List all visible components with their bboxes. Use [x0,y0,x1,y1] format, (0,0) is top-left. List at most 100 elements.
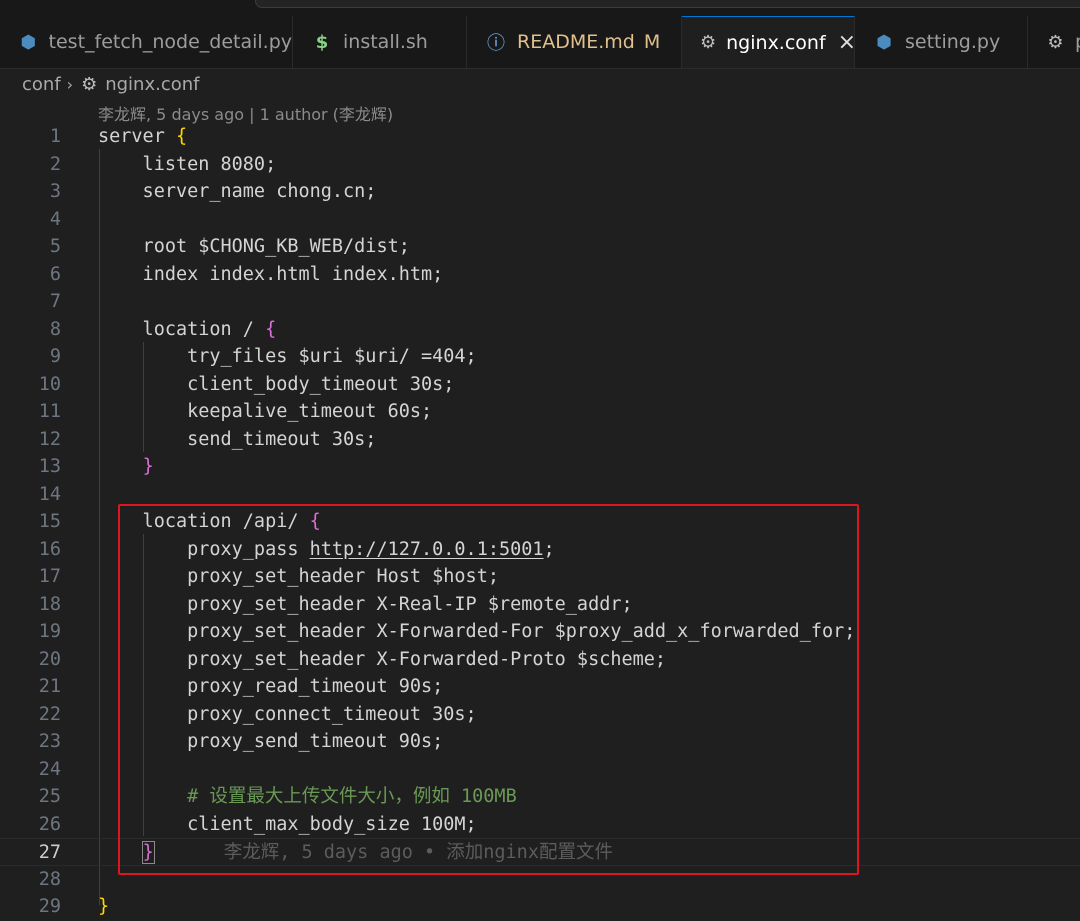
code-token: server_name chong.cn; [98,181,377,202]
code-token: keepalive_timeout 60s; [98,401,433,422]
tab-nginx-conf[interactable]: ⚙ nginx.conf × [682,16,856,68]
command-center-search[interactable] [255,0,1080,8]
line-number: 28 [38,868,61,890]
chevron-right-icon: › [66,74,74,94]
tab-test-fetch-node-detail[interactable]: ⬢ test_fetch_node_detail.py [0,16,293,68]
python-icon: ⬢ [20,31,37,53]
gear-icon: ⚙ [700,32,717,53]
code-token: root $CHONG_KB_WEB/dist; [98,236,410,257]
tab-setting-py[interactable]: ⬢ setting.py [855,16,1028,68]
code-token: listen 8080; [98,153,277,175]
line-number: 18 [38,593,61,615]
line-code: root $CHONG_KB_WEB/dist; [98,233,410,261]
line-code: client_body_timeout 30s; [98,371,454,399]
line-code: send_timeout 30s; [98,426,376,454]
line-number: 19 [38,621,61,642]
line-code: listen 8080; [98,151,277,179]
editor-tab-bar: ⬢ test_fetch_node_detail.py $ install.sh… [0,16,1080,69]
gear-icon: ⚙ [1047,31,1064,53]
line-code: } [98,453,154,481]
line-code: server_name chong.cn; [98,178,377,206]
line-number: 10 [38,373,61,395]
code-line[interactable]: 1 server { [0,123,1080,151]
code-line[interactable]: 11 keepalive_timeout 60s; [0,398,1080,426]
code-line[interactable]: 2 listen 8080; [0,151,1080,179]
code-token: try_files $uri $uri/ =404; [98,346,477,367]
code-token: send_timeout 30s; [98,428,377,450]
line-code: } [98,893,109,921]
code-line[interactable]: 4 [0,206,1080,234]
code-token: client_body_timeout 30s; [98,373,455,395]
code-editor[interactable]: 1 server {2 listen 8080; 3 server_name cho… [0,122,1080,917]
line-number: 14 [38,483,61,505]
line-number: 22 [38,703,61,725]
line-code: location / { [98,316,277,344]
tab-install-sh[interactable]: $ install.sh [293,16,467,68]
tab-label: nginx.conf [726,31,826,54]
code-token: server [98,126,176,147]
code-token: } [142,456,154,477]
tab-label: install.sh [343,31,428,53]
line-number: 20 [38,648,61,670]
code-token: } [98,896,110,917]
code-line[interactable]: 7 [0,288,1080,316]
code-line[interactable]: 10 client_body_timeout 30s; [0,371,1080,399]
line-code: keepalive_timeout 60s; [98,398,432,426]
code-line[interactable]: 8 location / { [0,316,1080,344]
python-icon: ⬢ [876,31,892,53]
shell-icon: $ [315,31,329,53]
line-number: 3 [49,181,61,202]
code-token: index index.html index.htm; [98,263,444,285]
tab-label: setting.py [905,31,1001,53]
code-line[interactable]: 12 send_timeout 30s; [0,426,1080,454]
line-number: 6 [49,263,61,285]
line-number: 4 [49,208,61,230]
code-token: location / [98,318,266,340]
line-number: 27 [38,842,61,863]
breadcrumb: conf › ⚙ nginx.conf [22,70,199,98]
code-line[interactable]: 13 } [0,453,1080,481]
code-line[interactable]: 9 try_files $uri $uri/ =404; [0,343,1080,371]
line-number: 15 [38,511,61,532]
line-number: 5 [49,236,61,257]
code-line[interactable]: 29} [0,893,1080,921]
title-bar [0,0,1080,16]
gear-icon: ⚙ [81,73,98,95]
tab-label: test_fetch_node_detail.py [48,31,292,53]
line-number: 7 [49,291,61,312]
tab-label: README.md [517,31,635,53]
code-token: { [265,318,277,340]
info-icon: ⓘ [487,33,505,54]
line-number: 8 [49,318,61,340]
modified-badge: M [643,31,661,53]
breadcrumb-file[interactable]: nginx.conf [105,74,199,95]
line-number: 17 [38,566,61,587]
tab-overflow[interactable]: ⚙ p [1028,16,1080,68]
line-number: 1 [49,126,61,147]
line-number: 25 [38,786,61,807]
line-number: 11 [38,401,61,422]
line-number: 29 [38,896,61,917]
close-icon[interactable]: × [838,30,856,55]
breadcrumb-folder[interactable]: conf [22,74,61,95]
code-line[interactable]: 6 index index.html index.htm; [0,261,1080,289]
line-number: 26 [38,813,61,835]
line-code: try_files $uri $uri/ =404; [98,343,477,371]
tab-readme[interactable]: ⓘ README.md M [467,16,682,68]
line-number: 13 [38,456,61,477]
line-number: 12 [38,428,61,450]
code-line[interactable]: 5 root $CHONG_KB_WEB/dist; [0,233,1080,261]
line-number: 23 [38,731,61,752]
line-code: server { [98,123,187,151]
line-number: 16 [38,538,61,560]
line-code: index index.html index.htm; [98,261,444,289]
line-number: 21 [38,676,61,697]
highlight-box [118,504,859,875]
code-token: { [175,126,188,147]
line-number: 2 [49,153,61,175]
tab-label: p [1075,31,1080,53]
line-number: 9 [49,346,61,367]
code-line[interactable]: 3 server_name chong.cn; [0,178,1080,206]
line-number: 24 [38,758,61,780]
